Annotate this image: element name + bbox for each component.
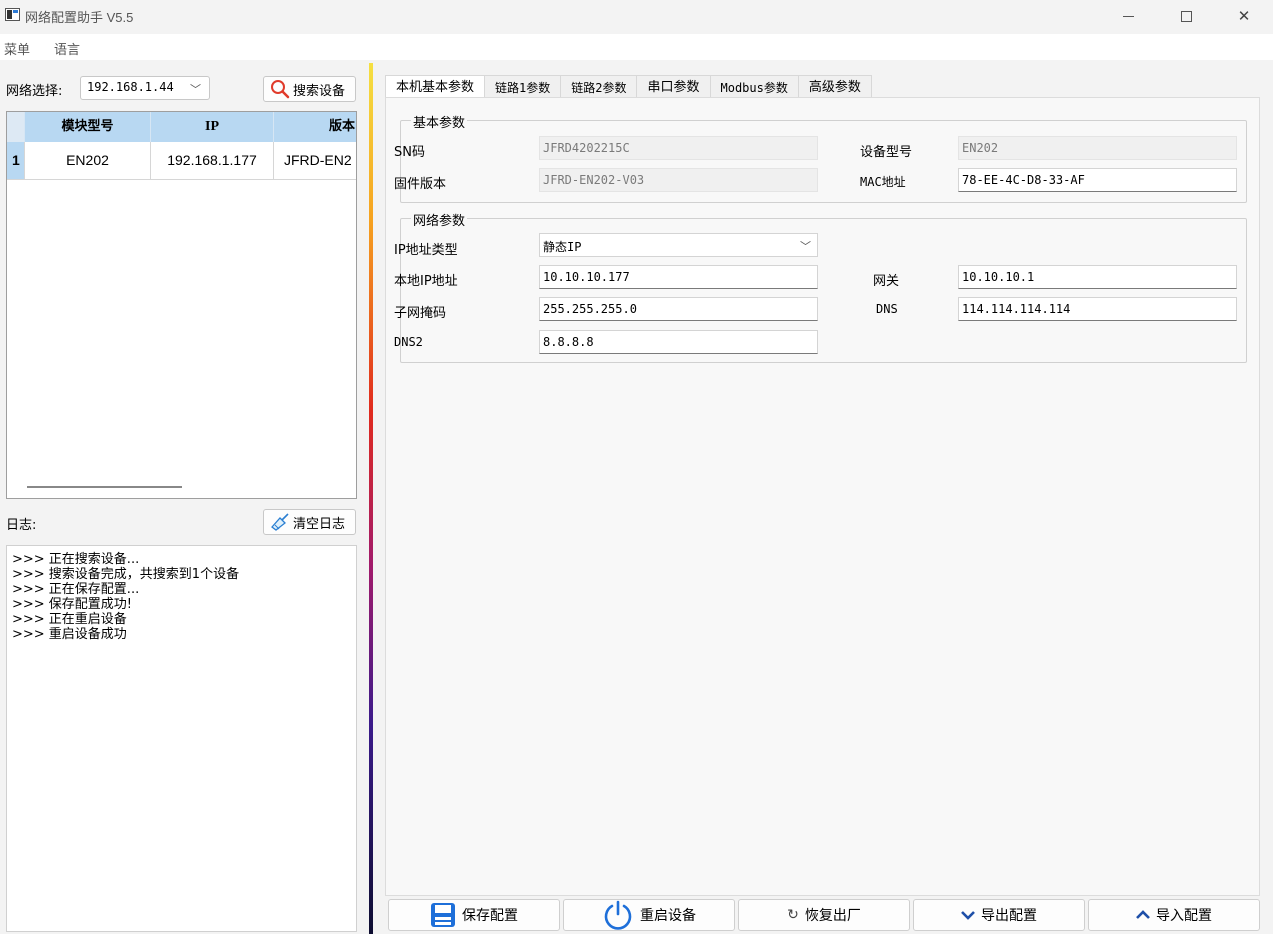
factory-reset-label: 恢复出厂	[804, 908, 861, 924]
basic-params-title: 基本参数	[411, 112, 468, 131]
restart-device-button[interactable]: 重启设备	[563, 899, 735, 931]
log-line: >>> 重启设备成功	[12, 627, 127, 642]
close-button[interactable]: ✕	[1216, 0, 1272, 32]
log-line: >>> 正在保存配置...	[12, 582, 140, 597]
dns-label: DNS	[876, 302, 898, 316]
restart-device-label: 重启设备	[640, 908, 696, 924]
device-table: 模块型号 IP 版本 1 EN202 192.168.1.177 JFRD-EN…	[6, 111, 357, 499]
gateway-field[interactable]: 10.10.10.1	[958, 265, 1237, 289]
import-config-button[interactable]: 导入配置	[1088, 899, 1260, 931]
chevron-up-icon	[1136, 910, 1150, 919]
model-field: EN202	[958, 136, 1237, 160]
window-title: 网络配置助手 V5.5	[25, 10, 134, 25]
local-ip-label: 本地IP地址	[394, 274, 458, 289]
menu-item-language[interactable]: 语言	[54, 39, 80, 58]
table-header: 模块型号 IP 版本	[7, 112, 356, 142]
chevron-down-icon: ﹀	[190, 83, 201, 96]
import-config-label: 导入配置	[1156, 908, 1212, 924]
export-config-label: 导出配置	[981, 908, 1037, 924]
save-icon	[431, 903, 455, 927]
tab-bar: 本机基本参数 链路1参数 链路2参数 串口参数 Modbus参数 高级参数	[385, 75, 872, 100]
log-line: >>> 保存配置成功!	[12, 597, 133, 612]
tab-link2-params[interactable]: 链路2参数	[560, 75, 638, 99]
network-params-title: 网络参数	[411, 210, 468, 229]
mac-label: MAC地址	[860, 175, 906, 189]
search-device-label: 搜索设备	[293, 83, 346, 99]
save-config-button[interactable]: 保存配置	[388, 899, 560, 931]
save-config-label: 保存配置	[462, 908, 518, 924]
dns2-label: DNS2	[394, 335, 423, 349]
power-icon	[604, 900, 632, 930]
chevron-down-icon: ﹀	[800, 240, 811, 253]
network-select[interactable]: 192.168.1.44 ﹀	[80, 76, 210, 100]
network-params-group: 网络参数	[400, 210, 1247, 363]
maximize-icon	[1180, 10, 1192, 22]
menu-bar: 菜单 语言	[0, 34, 1273, 60]
tab-advanced-params[interactable]: 高级参数	[797, 75, 872, 99]
firmware-label: 固件版本	[394, 177, 447, 192]
gateway-label: 网关	[873, 274, 900, 289]
table-row[interactable]: 1 EN202 192.168.1.177 JFRD-EN2	[7, 142, 356, 180]
app-icon	[5, 8, 20, 21]
search-icon	[271, 80, 290, 99]
log-line: >>> 正在搜索设备...	[12, 552, 140, 567]
horizontal-scrollbar[interactable]	[27, 486, 182, 488]
log-output: >>> 正在搜索设备... >>> 搜索设备完成，共搜索到1个设备 >>> 正在…	[6, 545, 357, 932]
tab-content: 基本参数 SN码 JFRD4202215C 设备型号 EN202 固件版本 JF…	[385, 97, 1260, 896]
ip-type-value: 静态IP	[543, 240, 582, 254]
subnet-field[interactable]: 255.255.255.0	[539, 297, 818, 321]
tab-link1-params[interactable]: 链路1参数	[484, 75, 562, 99]
row-index: 1	[7, 142, 25, 179]
tab-serial-params[interactable]: 串口参数	[636, 75, 711, 99]
network-select-label: 网络选择:	[6, 84, 63, 99]
menu-item-menu[interactable]: 菜单	[4, 39, 30, 58]
close-icon: ✕	[1237, 7, 1251, 25]
ip-type-label: IP地址类型	[394, 243, 458, 258]
dns2-field[interactable]: 8.8.8.8	[539, 330, 818, 354]
firmware-field: JFRD-EN202-V03	[539, 168, 818, 192]
clear-log-label: 清空日志	[293, 516, 346, 532]
clear-log-button[interactable]: 清空日志	[263, 509, 356, 535]
header-model[interactable]: 模块型号	[25, 112, 151, 142]
dns-field[interactable]: 114.114.114.114	[958, 297, 1237, 321]
title-bar: 网络配置助手 V5.5 ✕	[0, 0, 1273, 32]
table-corner	[7, 112, 25, 142]
tab-modbus-params[interactable]: Modbus参数	[709, 75, 799, 99]
cell-version: JFRD-EN2	[274, 142, 356, 179]
mac-field[interactable]: 78-EE-4C-D8-33-AF	[958, 168, 1237, 192]
factory-reset-button[interactable]: ↻ 恢复出厂	[738, 899, 910, 931]
ip-type-select[interactable]: 静态IP ﹀	[539, 233, 818, 257]
log-line: >>> 搜索设备完成，共搜索到1个设备	[12, 567, 240, 582]
header-ip[interactable]: IP	[151, 112, 274, 142]
refresh-icon: ↻	[787, 907, 799, 923]
chevron-down-icon	[961, 911, 975, 920]
model-label: 设备型号	[860, 145, 913, 160]
local-ip-field[interactable]: 10.10.10.177	[539, 265, 818, 289]
cell-ip: 192.168.1.177	[151, 142, 274, 179]
minimize-icon	[1122, 15, 1134, 17]
export-config-button[interactable]: 导出配置	[913, 899, 1085, 931]
subnet-label: 子网掩码	[394, 306, 447, 321]
network-select-value: 192.168.1.44	[87, 80, 174, 94]
broom-icon	[271, 513, 289, 531]
minimize-button[interactable]	[1100, 0, 1156, 32]
cell-model: EN202	[25, 142, 151, 179]
log-line: >>> 正在重启设备	[12, 612, 127, 627]
panel-splitter[interactable]	[369, 63, 373, 934]
header-version[interactable]: 版本	[274, 112, 356, 142]
log-label: 日志:	[6, 518, 37, 533]
maximize-button[interactable]	[1158, 0, 1214, 32]
sn-label: SN码	[394, 145, 425, 160]
search-device-button[interactable]: 搜索设备	[263, 76, 356, 102]
sn-field: JFRD4202215C	[539, 136, 818, 160]
